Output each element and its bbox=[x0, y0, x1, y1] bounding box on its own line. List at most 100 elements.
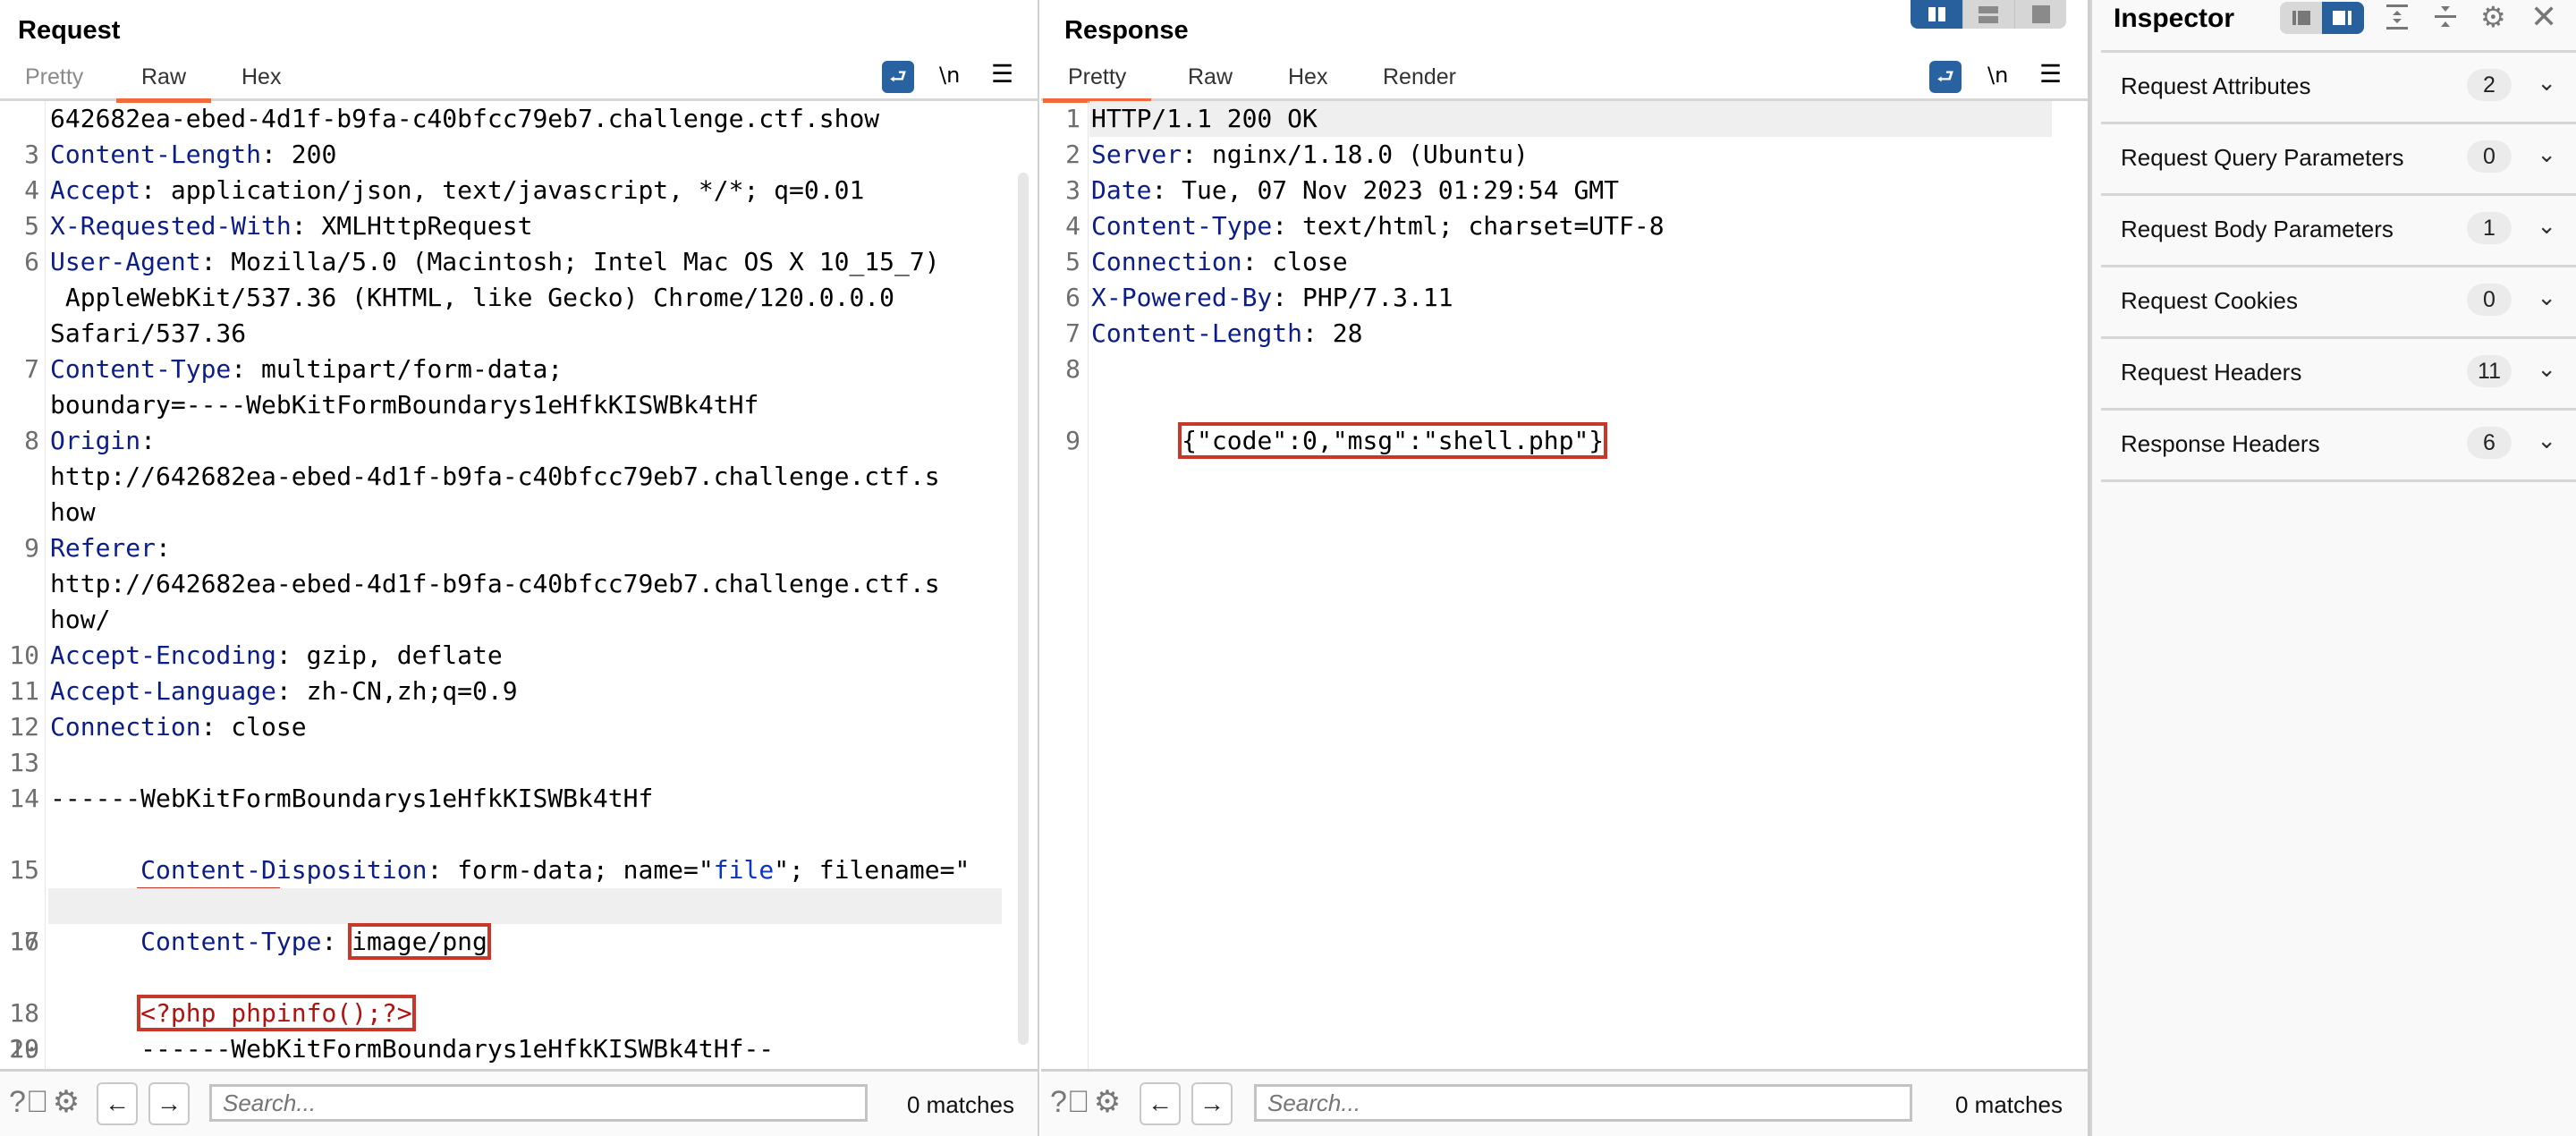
chevron-down-icon[interactable]: ⌄ bbox=[2537, 140, 2556, 168]
line-number: 4 bbox=[1065, 211, 1080, 241]
header-value: zh-CN,zh;q=0.9 bbox=[291, 676, 518, 706]
request-search-input[interactable] bbox=[209, 1084, 868, 1122]
layout-top-bottom-button[interactable] bbox=[1962, 0, 2015, 29]
line-number: 12 bbox=[9, 712, 39, 742]
arrow-left-icon: ← bbox=[1148, 1089, 1173, 1117]
editor-menu-icon[interactable]: ☰ bbox=[991, 59, 1013, 89]
line-number: 3 bbox=[1065, 175, 1080, 205]
code-line: shell.php" bbox=[0, 852, 1038, 924]
settings-gear-icon[interactable]: ⚙ bbox=[48, 1084, 84, 1120]
response-tab-render[interactable]: Render bbox=[1383, 64, 1456, 90]
header-value: AppleWebKit/537.36 (KHTML, like Gecko) C… bbox=[50, 283, 895, 312]
inspector-dock-right-button[interactable] bbox=[2322, 2, 2364, 34]
code-line: how bbox=[0, 495, 1038, 530]
inspector-section[interactable]: Request Attributes 2 ⌄ bbox=[2101, 50, 2576, 123]
chevron-down-icon[interactable]: ⌄ bbox=[2537, 69, 2556, 97]
code-line: 4 Content-Type: text/html; charset=UTF-8 bbox=[1041, 208, 2088, 244]
layout-single-button[interactable] bbox=[2014, 0, 2066, 29]
header-name: Date bbox=[1091, 175, 1152, 205]
inspector-section-label: Request Attributes bbox=[2121, 72, 2311, 99]
request-match-count: 0 matches bbox=[907, 1091, 1014, 1118]
inspector-section-count: 0 bbox=[2467, 140, 2512, 173]
header-name: Connection bbox=[50, 712, 201, 742]
line-number: 1 bbox=[1065, 104, 1080, 133]
line-number: 6 bbox=[24, 247, 39, 276]
request-tab-hex[interactable]: Hex bbox=[242, 64, 281, 90]
chevron-down-icon[interactable]: ⌄ bbox=[2537, 427, 2556, 454]
line-number: 9 bbox=[24, 533, 39, 563]
code-line: 8 bbox=[1041, 352, 2088, 387]
header-value: http://642682ea-ebed-4d1f-b9fa-c40bfcc79… bbox=[50, 569, 940, 598]
expand-all-icon[interactable] bbox=[2384, 2, 2411, 39]
code-line-current: 16 Content-Type: image/png bbox=[0, 888, 1038, 960]
response-editor[interactable]: 1 HTTP/1.1 200 OK 2 Server: nginx/1.18.0 (U… bbox=[1041, 101, 2088, 1072]
word-wrap-toggle-icon[interactable]: ⮐ bbox=[882, 61, 914, 93]
search-next-button[interactable]: → bbox=[1191, 1082, 1233, 1125]
header-value: close bbox=[1257, 247, 1348, 276]
line-number: 7 bbox=[24, 354, 39, 384]
inspector-section-count: 6 bbox=[2467, 427, 2512, 459]
response-tab-hex[interactable]: Hex bbox=[1288, 64, 1327, 90]
code-line: AppleWebKit/537.36 (KHTML, like Gecko) C… bbox=[0, 280, 1038, 316]
show-newlines-toggle[interactable]: \n bbox=[939, 63, 960, 88]
inspector-settings-gear-icon[interactable]: ⚙ bbox=[2480, 0, 2506, 34]
code-line: 642682ea-ebed-4d1f-b9fa-c40bfcc79eb7.cha… bbox=[0, 101, 1038, 137]
inspector-section-label: Request Cookies bbox=[2121, 287, 2298, 314]
inspector-panel: Inspector ⚙ ✕ Request Attributes 2 ⌄ Reques… bbox=[2090, 0, 2576, 1136]
help-icon[interactable]: ?⃝ bbox=[1050, 1084, 1089, 1120]
collapse-all-icon[interactable] bbox=[2432, 2, 2459, 39]
word-wrap-toggle-icon[interactable]: ⮐ bbox=[1929, 61, 1962, 93]
show-newlines-toggle[interactable]: \n bbox=[1987, 63, 2008, 88]
editor-menu-icon[interactable]: ☰ bbox=[2039, 59, 2062, 89]
code-line: 9 {"code":0,"msg":"shell.php"} bbox=[1065, 422, 1608, 459]
inspector-section[interactable]: Request Cookies 0 ⌄ bbox=[2101, 265, 2576, 337]
code-line: 1 HTTP/1.1 200 OK bbox=[1041, 101, 2088, 137]
line-number: 5 bbox=[24, 211, 39, 241]
request-tab-raw[interactable]: Raw bbox=[115, 64, 212, 103]
header-value: ------WebKitFormBoundarys1eHfkKISWBk4tHf bbox=[50, 784, 654, 813]
response-tab-raw[interactable]: Raw bbox=[1188, 64, 1233, 90]
response-body-highlight: {"code":0,"msg":"shell.php"} bbox=[1178, 422, 1608, 459]
inspector-section-count: 2 bbox=[2467, 69, 2512, 101]
help-icon[interactable]: ?⃝ bbox=[9, 1084, 48, 1120]
header-value: application/json, text/javascript, */*; … bbox=[156, 175, 865, 205]
inspector-section-count: 11 bbox=[2467, 355, 2512, 387]
request-scrollbar[interactable] bbox=[1018, 173, 1029, 1045]
search-next-button[interactable]: → bbox=[148, 1082, 190, 1125]
code-line: 14 ------WebKitFormBoundarys1eHfkKISWBk4t… bbox=[0, 781, 1038, 817]
settings-gear-icon[interactable]: ⚙ bbox=[1089, 1084, 1125, 1120]
inspector-dock-left-button[interactable] bbox=[2280, 2, 2322, 34]
columns-icon bbox=[1928, 7, 1945, 21]
response-search-bar: ?⃝ ⚙ ← → 0 matches bbox=[1041, 1069, 2088, 1136]
layout-switcher bbox=[1911, 0, 2066, 29]
inspector-section-label: Response Headers bbox=[2121, 430, 2320, 457]
inspector-section[interactable]: Request Query Parameters 0 ⌄ bbox=[2101, 122, 2576, 194]
code-line: 7 Content-Type: multipart/form-data; bbox=[0, 352, 1038, 387]
search-previous-button[interactable]: ← bbox=[97, 1082, 138, 1125]
code-line: 2 Server: nginx/1.18.0 (Ubuntu) bbox=[1041, 137, 2088, 173]
chevron-down-icon[interactable]: ⌄ bbox=[2537, 284, 2556, 311]
response-title: Response bbox=[1064, 16, 1189, 45]
inspector-section[interactable]: Request Headers 11 ⌄ bbox=[2101, 336, 2576, 409]
chevron-down-icon[interactable]: ⌄ bbox=[2537, 355, 2556, 383]
request-editor[interactable]: 642682ea-ebed-4d1f-b9fa-c40bfcc79eb7.cha… bbox=[0, 101, 1038, 1072]
request-tab-pretty[interactable]: Pretty bbox=[25, 64, 83, 90]
arrow-right-icon: → bbox=[1199, 1089, 1224, 1117]
code-line: 18 <?php phpinfo();?> bbox=[9, 995, 416, 1031]
response-tab-pretty[interactable]: Pretty bbox=[1042, 64, 1152, 103]
code-line: 20 bbox=[9, 1034, 39, 1064]
header-value: Safari/537.36 bbox=[50, 318, 247, 348]
layout-side-by-side-button[interactable] bbox=[1911, 0, 1962, 29]
header-value: http://642682ea-ebed-4d1f-b9fa-c40bfcc79… bbox=[50, 462, 940, 491]
response-search-input[interactable] bbox=[1254, 1084, 1912, 1122]
close-icon[interactable]: ✕ bbox=[2530, 0, 2557, 36]
line-number: 10 bbox=[9, 640, 39, 670]
code-line: 15 Content-Disposition: form-data; name="… bbox=[9, 855, 970, 885]
search-previous-button[interactable]: ← bbox=[1140, 1082, 1181, 1125]
code-line: http://642682ea-ebed-4d1f-b9fa-c40bfcc79… bbox=[0, 566, 1038, 602]
line-number: 8 bbox=[1065, 354, 1080, 384]
inspector-section[interactable]: Request Body Parameters 1 ⌄ bbox=[2101, 193, 2576, 266]
inspector-section[interactable]: Response Headers 6 ⌄ bbox=[2101, 408, 2576, 480]
rows-icon bbox=[1979, 6, 1998, 23]
chevron-down-icon[interactable]: ⌄ bbox=[2537, 212, 2556, 240]
